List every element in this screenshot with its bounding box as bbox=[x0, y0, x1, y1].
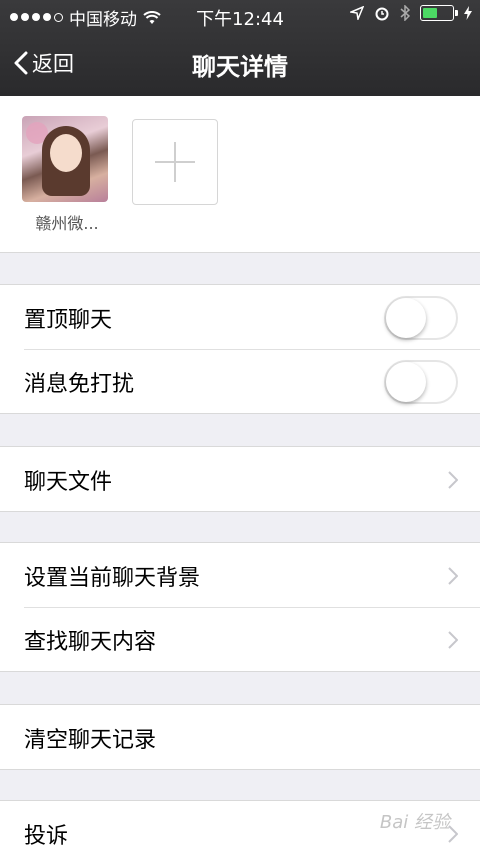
mute-toggle[interactable] bbox=[384, 360, 458, 404]
bluetooth-icon bbox=[400, 5, 410, 21]
top-bar: 中国移动 下午12:44 返回 聊天详情 bbox=[0, 0, 480, 96]
add-member-button[interactable] bbox=[132, 119, 218, 205]
alarm-icon bbox=[375, 7, 389, 21]
search-content-label: 查找聊天内容 bbox=[24, 630, 157, 655]
chat-files-label: 聊天文件 bbox=[24, 470, 113, 495]
row-pin-chat: 置顶聊天 bbox=[0, 285, 480, 349]
avatar[interactable] bbox=[22, 116, 108, 202]
row-search-content[interactable]: 查找聊天内容 bbox=[0, 607, 480, 671]
watermark: Bai 经验 bbox=[379, 812, 450, 833]
chevron-right-icon bbox=[448, 631, 458, 649]
mute-label: 消息免打扰 bbox=[24, 372, 135, 397]
row-chat-files[interactable]: 聊天文件 bbox=[0, 447, 480, 511]
report-label: 投诉 bbox=[24, 824, 69, 849]
pin-chat-toggle[interactable] bbox=[384, 296, 458, 340]
battery-icon bbox=[420, 5, 458, 21]
chevron-right-icon bbox=[448, 567, 458, 585]
row-mute: 消息免打扰 bbox=[0, 349, 480, 413]
charging-icon bbox=[464, 6, 472, 20]
page-title: 聊天详情 bbox=[192, 53, 288, 81]
row-set-background[interactable]: 设置当前聊天背景 bbox=[0, 543, 480, 607]
nav-bar: 返回 聊天详情 bbox=[0, 32, 480, 96]
chevron-right-icon bbox=[448, 471, 458, 489]
member-item[interactable]: 赣州微... bbox=[22, 116, 110, 234]
settings-group-clear: 清空聊天记录 bbox=[0, 704, 480, 770]
plus-icon bbox=[155, 142, 195, 182]
settings-group-toggles: 置顶聊天 消息免打扰 bbox=[0, 284, 480, 414]
set-background-label: 设置当前聊天背景 bbox=[24, 566, 201, 591]
clear-history-label: 清空聊天记录 bbox=[24, 728, 157, 753]
pin-chat-label: 置顶聊天 bbox=[24, 308, 113, 333]
status-bar: 中国移动 下午12:44 bbox=[0, 0, 480, 32]
location-arrow-icon bbox=[350, 6, 364, 20]
settings-group-files: 聊天文件 bbox=[0, 446, 480, 512]
members-section: 赣州微... bbox=[0, 96, 480, 253]
row-clear-history[interactable]: 清空聊天记录 bbox=[0, 705, 480, 769]
member-name: 赣州微... bbox=[35, 214, 99, 233]
settings-group-chat: 设置当前聊天背景 查找聊天内容 bbox=[0, 542, 480, 672]
